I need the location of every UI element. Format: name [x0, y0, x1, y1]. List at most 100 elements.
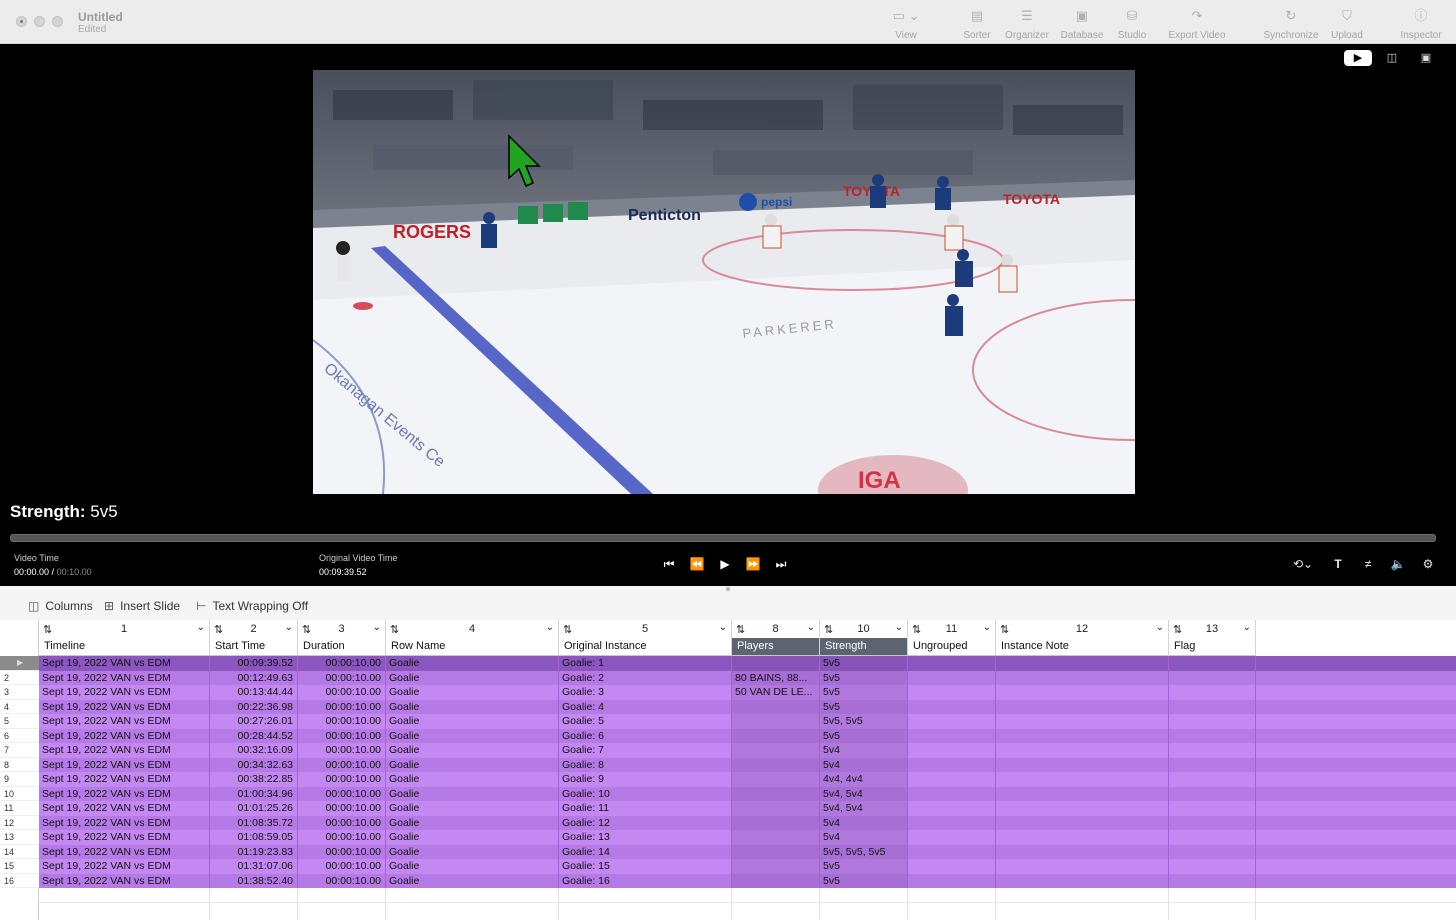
cell-duration[interactable]: 00:00:10.00 — [298, 801, 386, 816]
cell-strength[interactable]: 5v4, 5v4 — [820, 786, 908, 801]
cell-instance-note[interactable] — [996, 670, 1169, 685]
cell-timeline[interactable]: Sept 19, 2022 VAN vs EDM — [39, 830, 210, 845]
cell-original-instance[interactable]: Goalie: 6 — [559, 728, 732, 743]
cell-original-instance[interactable]: Goalie: 12 — [559, 815, 732, 830]
cell-start-time[interactable]: 01:08:35.72 — [210, 815, 298, 830]
cell-timeline[interactable]: Sept 19, 2022 VAN vs EDM — [39, 743, 210, 758]
toolbar-upload-button[interactable]: ⛉ Upload — [1307, 8, 1387, 41]
skip-to-end-button[interactable]: ⏭ — [772, 556, 790, 572]
cell-strength[interactable]: 5v5 — [820, 685, 908, 700]
cell-ungrouped[interactable] — [908, 844, 996, 859]
cell-original-instance[interactable]: Goalie: 14 — [559, 844, 732, 859]
table-row[interactable]: 12 Sept 19, 2022 VAN vs EDM 01:08:35.72 00:… — [0, 815, 1456, 830]
cell-row-name[interactable]: Goalie — [386, 815, 559, 830]
toolbar-inspector-button[interactable]: ⓘ Inspector — [1381, 8, 1456, 41]
cell-flag[interactable] — [1169, 859, 1256, 874]
cell-players[interactable] — [732, 830, 820, 845]
cell-flag[interactable] — [1169, 844, 1256, 859]
cell-instance-note[interactable] — [996, 830, 1169, 845]
text-overlay-button[interactable]: T — [1330, 556, 1346, 572]
column-header-duration[interactable]: Duration — [298, 638, 386, 656]
cell-instance-note[interactable] — [996, 844, 1169, 859]
chevron-down-icon[interactable]: ⌄ — [373, 622, 381, 633]
table-row[interactable]: 7 Sept 19, 2022 VAN vs EDM 00:32:16.09 00:0… — [0, 743, 1456, 758]
cell-timeline[interactable]: Sept 19, 2022 VAN vs EDM — [39, 772, 210, 787]
cell-strength[interactable]: 5v5 — [820, 873, 908, 888]
cell-duration[interactable]: 00:00:10.00 — [298, 873, 386, 888]
columns-button[interactable]: ◫ Columns — [28, 599, 93, 613]
cell-duration[interactable]: 00:00:10.00 — [298, 714, 386, 729]
cell-timeline[interactable]: Sept 19, 2022 VAN vs EDM — [39, 728, 210, 743]
cell-duration[interactable]: 00:00:10.00 — [298, 815, 386, 830]
cell-players[interactable] — [732, 699, 820, 714]
column-header-timeline[interactable]: Timeline — [39, 638, 210, 656]
cell-original-instance[interactable]: Goalie: 8 — [559, 757, 732, 772]
cell-duration[interactable]: 00:00:10.00 — [298, 786, 386, 801]
cell-strength[interactable]: 5v4 — [820, 743, 908, 758]
cell-start-time[interactable]: 01:38:52.40 — [210, 873, 298, 888]
cell-instance-note[interactable] — [996, 656, 1169, 671]
strikethrough-button[interactable]: ≠ — [1360, 556, 1376, 572]
cell-ungrouped[interactable] — [908, 699, 996, 714]
cell-original-instance[interactable]: Goalie: 10 — [559, 786, 732, 801]
cell-instance-note[interactable] — [996, 743, 1169, 758]
cell-duration[interactable]: 00:00:10.00 — [298, 859, 386, 874]
cell-players[interactable] — [732, 801, 820, 816]
cell-instance-note[interactable] — [996, 801, 1169, 816]
cell-start-time[interactable]: 00:32:16.09 — [210, 743, 298, 758]
cell-row-name[interactable]: Goalie — [386, 670, 559, 685]
video-mode-button[interactable]: ▶ — [1344, 50, 1372, 66]
cell-timeline[interactable]: Sept 19, 2022 VAN vs EDM — [39, 815, 210, 830]
cell-flag[interactable] — [1169, 772, 1256, 787]
cell-ungrouped[interactable] — [908, 757, 996, 772]
cell-strength[interactable]: 5v5, 5v5 — [820, 714, 908, 729]
cell-ungrouped[interactable] — [908, 786, 996, 801]
column-header-row-name[interactable]: Row Name — [386, 638, 559, 656]
cell-timeline[interactable]: Sept 19, 2022 VAN vs EDM — [39, 670, 210, 685]
insert-slide-button[interactable]: ⊞ Insert Slide — [104, 599, 180, 613]
cell-instance-note[interactable] — [996, 699, 1169, 714]
cell-original-instance[interactable]: Goalie: 5 — [559, 714, 732, 729]
cell-start-time[interactable]: 01:31:07.06 — [210, 859, 298, 874]
cell-players[interactable] — [732, 844, 820, 859]
skip-to-start-button[interactable]: ⏮ — [660, 556, 678, 572]
splitter-handle[interactable] — [726, 587, 730, 591]
cell-players[interactable] — [732, 772, 820, 787]
chevron-down-icon[interactable]: ⌄ — [197, 622, 205, 633]
cell-flag[interactable] — [1169, 685, 1256, 700]
cell-instance-note[interactable] — [996, 728, 1169, 743]
cell-instance-note[interactable] — [996, 859, 1169, 874]
table-row[interactable]: ▶ Sept 19, 2022 VAN vs EDM 00:09:39.52 00:0… — [0, 656, 1456, 671]
cell-ungrouped[interactable] — [908, 656, 996, 671]
cell-row-name[interactable]: Goalie — [386, 859, 559, 874]
cell-ungrouped[interactable] — [908, 714, 996, 729]
loop-menu-button[interactable]: ⟲⌄ — [1290, 556, 1316, 572]
cell-original-instance[interactable]: Goalie: 16 — [559, 873, 732, 888]
cell-start-time[interactable]: 00:28:44.52 — [210, 728, 298, 743]
cell-row-name[interactable]: Goalie — [386, 757, 559, 772]
cell-flag[interactable] — [1169, 714, 1256, 729]
cell-instance-note[interactable] — [996, 873, 1169, 888]
cell-strength[interactable]: 5v5, 5v5, 5v5 — [820, 844, 908, 859]
cell-players[interactable] — [732, 873, 820, 888]
cell-strength[interactable]: 5v4 — [820, 815, 908, 830]
cell-players[interactable] — [732, 757, 820, 772]
cell-duration[interactable]: 00:00:10.00 — [298, 844, 386, 859]
play-button[interactable]: ▶ — [716, 556, 734, 572]
cell-duration[interactable]: 00:00:10.00 — [298, 699, 386, 714]
table-row[interactable]: 9 Sept 19, 2022 VAN vs EDM 00:38:22.85 00:0… — [0, 772, 1456, 787]
cell-duration[interactable]: 00:00:10.00 — [298, 728, 386, 743]
cell-ungrouped[interactable] — [908, 685, 996, 700]
cell-strength[interactable]: 4v4, 4v4 — [820, 772, 908, 787]
cell-flag[interactable] — [1169, 830, 1256, 845]
chevron-down-icon[interactable]: ⌄ — [546, 622, 554, 633]
table-row[interactable]: 13 Sept 19, 2022 VAN vs EDM 01:08:59.05 00:… — [0, 830, 1456, 845]
cell-ungrouped[interactable] — [908, 743, 996, 758]
table-row[interactable]: 10 Sept 19, 2022 VAN vs EDM 01:00:34.96 00:… — [0, 786, 1456, 801]
cell-ungrouped[interactable] — [908, 670, 996, 685]
minimize-window-button[interactable] — [34, 16, 45, 27]
cell-duration[interactable]: 00:00:10.00 — [298, 743, 386, 758]
cell-timeline[interactable]: Sept 19, 2022 VAN vs EDM — [39, 656, 210, 671]
column-header-start-time[interactable]: Start Time — [210, 638, 298, 656]
table-row[interactable]: 15 Sept 19, 2022 VAN vs EDM 01:31:07.06 00:… — [0, 859, 1456, 874]
